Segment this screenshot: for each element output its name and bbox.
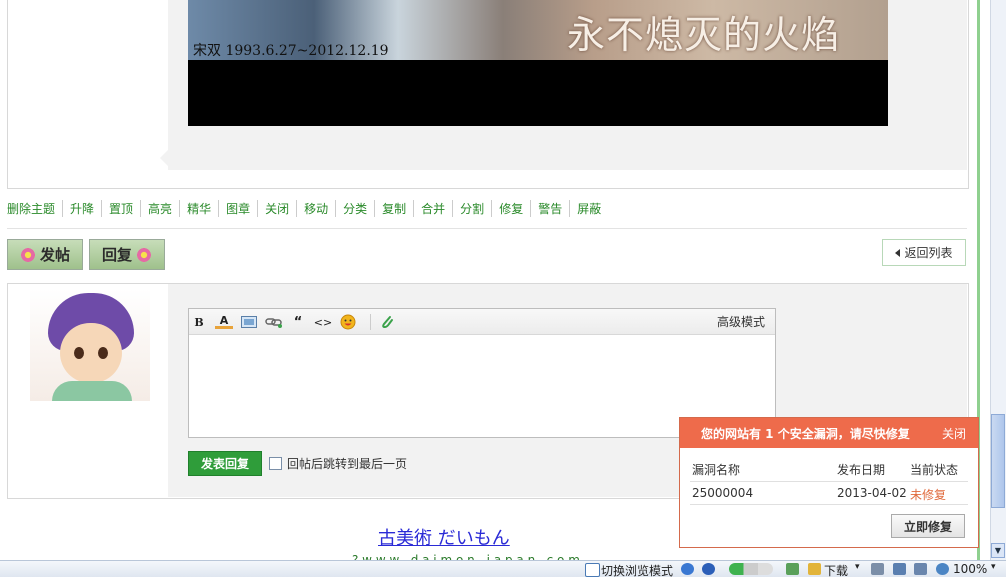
browse-mode-label[interactable]: 切换浏览模式 (601, 562, 673, 579)
mod-link-category[interactable]: 分类 (335, 199, 374, 217)
mod-link-repair[interactable]: 修复 (491, 199, 530, 217)
caret-left-icon (895, 248, 901, 257)
vuln-name-cell: 25000004 (692, 486, 754, 500)
ie-icon[interactable] (681, 563, 694, 575)
vuln-date-cell: 2013-04-02 (837, 486, 907, 500)
flower-icon (19, 246, 36, 263)
mod-link-move[interactable]: 移动 (296, 199, 335, 217)
mod-link-highlight[interactable]: 高亮 (140, 199, 179, 217)
mod-link-close[interactable]: 关闭 (257, 199, 296, 217)
submit-reply-button[interactable]: 发表回复 (188, 451, 262, 476)
flower-icon (136, 246, 152, 263)
mod-link-bump[interactable]: 升降 (62, 199, 101, 217)
font-color-icon[interactable]: A (215, 314, 233, 329)
mod-link-split[interactable]: 分割 (452, 199, 491, 217)
footer-site-link[interactable]: 古美術 だいもん (378, 524, 510, 550)
browse-mode-icon[interactable] (585, 563, 600, 577)
code-icon[interactable]: <> (314, 314, 332, 330)
security-icon[interactable] (702, 563, 715, 575)
divider (690, 504, 968, 505)
chevron-down-icon[interactable]: ▾ (855, 562, 860, 572)
download-label[interactable]: 下载 (824, 562, 848, 579)
mod-link-copy[interactable]: 复制 (374, 199, 413, 217)
scroll-down-arrow-icon[interactable]: ▼ (991, 543, 1005, 558)
jump-to-last-page-label: 回帖后跳转到最后一页 (287, 457, 408, 471)
link-icon[interactable] (265, 314, 283, 330)
security-alert-title: 您的网站有 1 个安全漏洞，请尽快修复 (701, 427, 910, 441)
download-icon[interactable] (808, 563, 821, 575)
window-icon[interactable] (893, 563, 906, 575)
printer-icon[interactable] (871, 563, 884, 575)
column-header-vuln-name: 漏洞名称 (692, 463, 741, 477)
back-to-list-label: 返回列表 (904, 246, 953, 260)
banner-date-text: 宋双 1993.6.27~2012.12.19 (193, 43, 389, 59)
image-toggle-icon[interactable] (786, 563, 799, 575)
moderation-toolbar: 删除主题 升降 置顶 高亮 精华 图章 关闭 移动 分类 复制 合并 分割 修复… (7, 199, 608, 217)
reply-label: 回复 (101, 246, 132, 264)
image-icon[interactable] (240, 314, 258, 330)
mod-link-warn[interactable]: 警告 (530, 199, 569, 217)
back-to-list-button[interactable]: 返回列表 (882, 239, 966, 266)
mod-link-digest[interactable]: 精华 (179, 199, 218, 217)
mod-link-delete-topic[interactable]: 删除主题 (7, 200, 62, 217)
new-post-label: 发帖 (39, 246, 70, 264)
bold-icon[interactable]: B (190, 314, 208, 330)
zoom-level[interactable]: 100% (953, 562, 987, 576)
column-header-date: 发布日期 (837, 463, 886, 477)
banner-title-text: 永不熄灭的火焰 (567, 13, 841, 57)
divider (7, 228, 967, 229)
quote-icon[interactable]: “ (289, 314, 307, 330)
emoticon-icon[interactable] (339, 314, 357, 330)
zoom-icon[interactable] (936, 563, 949, 575)
chevron-down-icon[interactable]: ▾ (991, 562, 996, 572)
post-content-notch (160, 150, 168, 166)
toolbar-separator (370, 314, 371, 330)
jump-to-last-page-checkbox[interactable] (269, 457, 282, 470)
mod-link-block[interactable]: 屏蔽 (569, 199, 608, 217)
mod-link-merge[interactable]: 合并 (413, 199, 452, 217)
mod-link-pin[interactable]: 置顶 (101, 199, 140, 217)
new-post-button[interactable]: 发帖 (7, 239, 83, 270)
reply-button[interactable]: 回复 (89, 239, 165, 270)
scrollbar-thumb[interactable] (991, 414, 1005, 508)
vuln-status-cell: 未修复 (910, 488, 947, 502)
volume-icon[interactable] (914, 563, 927, 575)
security-alert-close-button[interactable]: 关闭 (942, 425, 966, 442)
fix-now-button[interactable]: 立即修复 (891, 514, 965, 538)
attachment-icon[interactable] (378, 314, 396, 330)
advanced-mode-link[interactable]: 高级模式 (717, 313, 765, 330)
column-header-status: 当前状态 (910, 463, 959, 477)
mod-link-stamp[interactable]: 图章 (218, 199, 257, 217)
toggle-switch-icon[interactable] (729, 563, 773, 575)
divider (690, 481, 968, 482)
avatar (30, 289, 150, 401)
